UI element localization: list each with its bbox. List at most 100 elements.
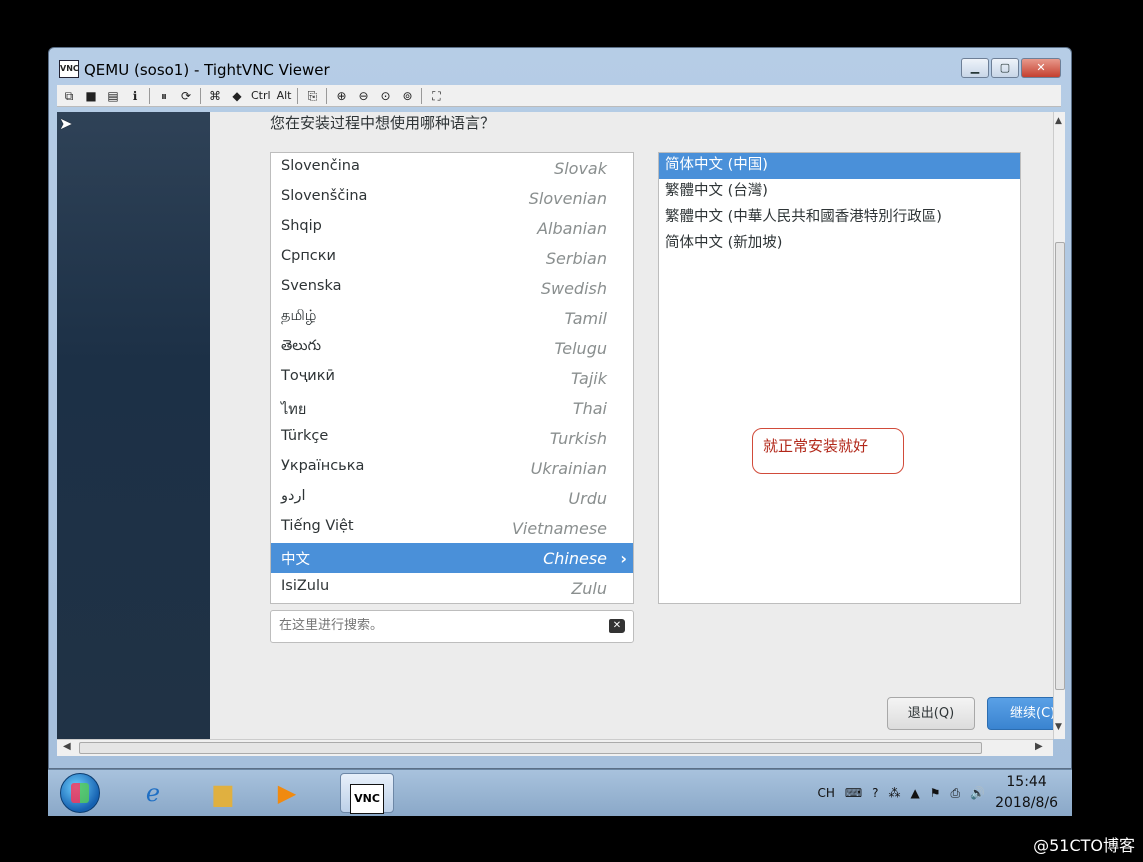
ctrl-alt-del-icon[interactable]: ⌘ xyxy=(207,88,223,104)
toolbar-divider xyxy=(149,87,150,104)
language-row[interactable]: اردو Urdu xyxy=(271,483,633,513)
language-native-name: Türkçe xyxy=(281,428,329,444)
language-native-name: Svenska xyxy=(281,278,342,294)
zoom-in-icon[interactable]: ⊕ xyxy=(333,88,349,104)
language-english-name: Ukrainian xyxy=(530,459,607,478)
file-explorer-icon[interactable]: ▆ xyxy=(200,773,246,813)
language-english-name: Zulu xyxy=(571,579,607,598)
language-native-name: Српски xyxy=(281,248,336,264)
locale-row[interactable]: 繁體中文 (台灣) xyxy=(659,179,1020,205)
quit-button[interactable]: 退出(Q) xyxy=(887,697,975,730)
help-icon[interactable]: ? xyxy=(872,786,878,800)
watermark: @51CTO博客 xyxy=(1033,836,1135,855)
language-list[interactable]: Slovenčina Slovak Slovenščina Slovenian Shqi… xyxy=(270,152,634,604)
language-native-name: Тоҷикӣ xyxy=(281,368,335,384)
input-language[interactable]: CH xyxy=(817,786,834,800)
locale-row[interactable]: 简体中文 (新加坡) xyxy=(659,231,1020,257)
minimize-button[interactable]: ▁ xyxy=(961,58,989,78)
show-hidden-icon[interactable]: ▲ xyxy=(911,786,920,800)
language-english-name: Chinese xyxy=(543,549,607,568)
new-connection-icon[interactable]: ⧉ xyxy=(61,88,77,104)
network-icon[interactable]: ⎙ xyxy=(951,786,961,801)
media-player-icon[interactable]: ▶ xyxy=(264,773,310,813)
toolbar-divider xyxy=(297,87,299,104)
save-icon[interactable]: ■ xyxy=(83,88,99,104)
search-input[interactable] xyxy=(279,618,599,633)
pause-icon[interactable]: ⏸ xyxy=(156,88,172,104)
system-clock[interactable]: 15:44 2018/8/6 xyxy=(995,772,1058,814)
language-row[interactable]: Slovenčina Slovak xyxy=(271,153,633,183)
clipboard-icon[interactable]: ⎘ xyxy=(304,88,320,104)
start-button[interactable] xyxy=(60,773,100,813)
zoom-fit-icon[interactable]: ⊚ xyxy=(399,88,415,104)
info-icon[interactable]: ℹ xyxy=(127,88,143,104)
volume-icon[interactable]: 🔊 xyxy=(970,786,985,800)
remote-screen[interactable]: ➤ 您在安装过程中想使用哪种语言？ Slovenčina Slovak Sloven… xyxy=(57,112,1053,739)
language-english-name: Tajik xyxy=(570,369,607,388)
scroll-left-icon[interactable]: ◀ xyxy=(63,741,71,752)
language-search[interactable]: ✕ xyxy=(270,610,634,643)
language-english-name: Albanian xyxy=(537,219,607,238)
language-english-name: Tamil xyxy=(564,309,607,328)
language-row[interactable]: தமிழ் Tamil xyxy=(271,303,633,333)
language-row[interactable]: ไทย Thai xyxy=(271,393,633,423)
language-row[interactable]: Тоҷикӣ Tajik xyxy=(271,363,633,393)
language-native-name: اردو xyxy=(281,488,306,504)
chevron-right-icon: › xyxy=(620,549,627,568)
locale-list[interactable]: 简体中文 (中国) 繁體中文 (台灣) 繁體中文 (中華人民共和國香港特別行政區) 简… xyxy=(658,152,1021,604)
vnc-icon: VNC xyxy=(350,784,384,814)
language-question: 您在安装过程中想使用哪种语言？ xyxy=(270,114,496,132)
language-english-name: Telugu xyxy=(554,339,607,358)
annotation-callout: 就正常安装就好 xyxy=(752,428,904,474)
installer-content: 您在安装过程中想使用哪种语言？ Slovenčina Slovak Slovenšč… xyxy=(210,112,1053,739)
keyboard-icon[interactable]: ⌨ xyxy=(845,786,862,800)
language-row[interactable]: Türkçe Turkish xyxy=(271,423,633,453)
language-row[interactable]: 中文 Chinese › xyxy=(271,543,633,573)
taskbar: ℯ ▆ ▶ VNC CH ⌨ ? ⁂ ▲ ⚑ ⎙ 🔊 15:44 2018/8/… xyxy=(48,769,1072,816)
maximize-button[interactable]: ▢ xyxy=(991,58,1019,78)
title-bar[interactable]: VNC QEMU (soso1) - TightVNC Viewer ▁ ▢ ✕ xyxy=(49,48,1071,84)
language-native-name: తెలుగు xyxy=(281,338,322,354)
zoom-out-icon[interactable]: ⊖ xyxy=(355,88,371,104)
win-key-icon[interactable]: ◆ xyxy=(229,88,245,104)
horizontal-scrollbar[interactable]: ◀ ▶ xyxy=(57,739,1053,756)
fullscreen-icon[interactable]: ⛶ xyxy=(428,88,444,104)
scroll-right-icon[interactable]: ▶ xyxy=(1035,741,1043,752)
zoom-100-icon[interactable]: ⊙ xyxy=(377,88,393,104)
language-english-name: Swedish xyxy=(540,279,607,298)
horizontal-scroll-thumb[interactable] xyxy=(79,742,982,754)
taskbar-vnc-item[interactable]: VNC xyxy=(340,773,394,814)
language-row[interactable]: IsiZulu Zulu xyxy=(271,573,633,603)
language-row[interactable]: తెలుగు Telugu xyxy=(271,333,633,363)
scroll-up-icon[interactable]: ▲ xyxy=(1055,116,1062,126)
action-center-icon[interactable]: ⚑ xyxy=(930,786,941,800)
language-native-name: Slovenščina xyxy=(281,188,368,204)
vnc-app-icon: VNC xyxy=(59,60,79,78)
refresh-icon[interactable]: ⟳ xyxy=(178,88,194,104)
close-button[interactable]: ✕ xyxy=(1021,58,1061,78)
options-icon[interactable]: ▤ xyxy=(105,88,121,104)
language-native-name: IsiZulu xyxy=(281,578,330,594)
clock-date: 2018/8/6 xyxy=(995,795,1058,811)
language-row[interactable]: Slovenščina Slovenian xyxy=(271,183,633,213)
locale-row[interactable]: 繁體中文 (中華人民共和國香港特別行政區) xyxy=(659,205,1020,231)
ctrl-button[interactable]: Ctrl xyxy=(251,89,271,102)
language-row[interactable]: Српски Serbian xyxy=(271,243,633,273)
internet-explorer-icon[interactable]: ℯ xyxy=(130,773,176,813)
vertical-scrollbar[interactable]: ▲ ▼ xyxy=(1053,112,1065,739)
locale-row[interactable]: 简体中文 (中国) xyxy=(659,153,1020,179)
alt-button[interactable]: Alt xyxy=(277,89,292,102)
options-arrow-icon[interactable]: ⁂ xyxy=(889,786,901,800)
language-row[interactable]: Tiếng Việt Vietnamese xyxy=(271,513,633,543)
continue-button[interactable]: 继续(C) xyxy=(987,697,1053,730)
language-row[interactable]: Shqip Albanian xyxy=(271,213,633,243)
language-row[interactable]: Українська Ukrainian xyxy=(271,453,633,483)
language-native-name: Українська xyxy=(281,458,365,474)
mouse-cursor-icon: ➤ xyxy=(59,114,73,133)
language-english-name: Urdu xyxy=(568,489,607,508)
clear-search-icon[interactable]: ✕ xyxy=(609,619,625,633)
language-row[interactable]: Svenska Swedish xyxy=(271,273,633,303)
language-native-name: Slovenčina xyxy=(281,158,360,174)
scroll-down-icon[interactable]: ▼ xyxy=(1055,722,1062,732)
vertical-scroll-thumb[interactable] xyxy=(1055,242,1065,690)
